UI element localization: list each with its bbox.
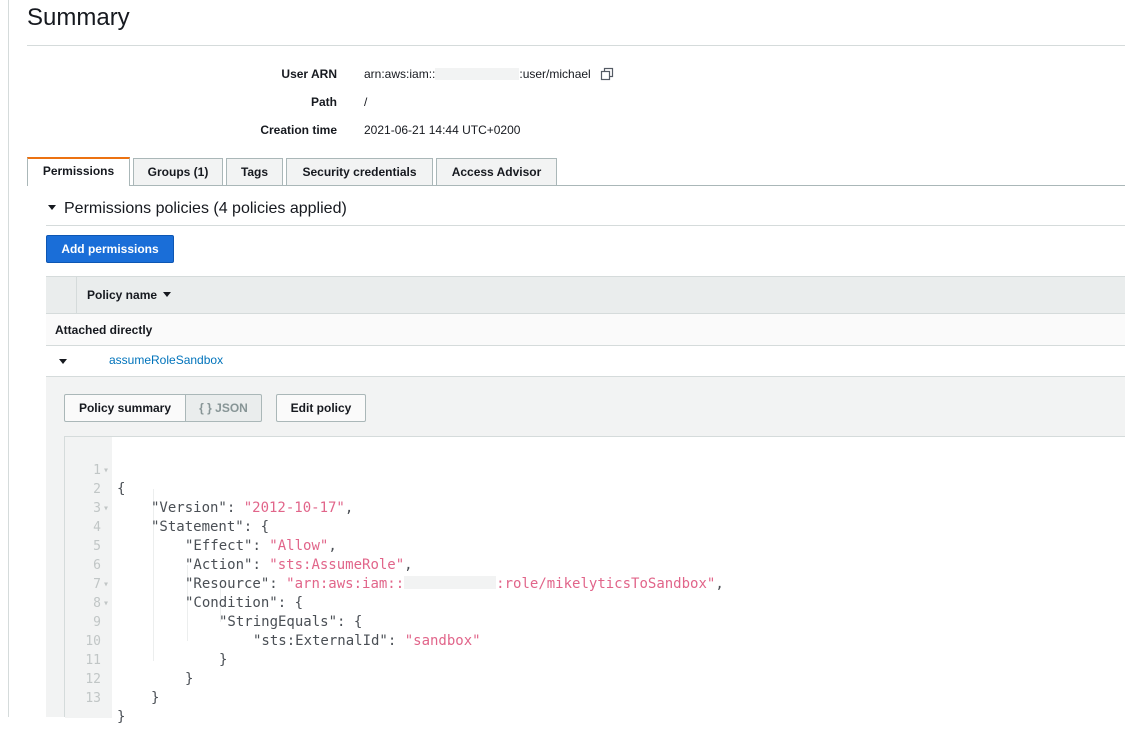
- code-line: 8 ▾ "StringEquals": {: [65, 575, 362, 630]
- policy-name-header-label: Policy name: [87, 288, 158, 302]
- code-line: 12 }: [65, 651, 159, 706]
- creation-time-row: Creation time 2021-06-21 14:44 UTC+0200: [0, 122, 1125, 138]
- tab-access-advisor[interactable]: Access Advisor: [436, 158, 557, 185]
- caret-down-icon: [48, 205, 56, 210]
- code-text: "Resource": "arn:aws:iam:::role/mikelyti…: [185, 576, 724, 592]
- header-gutter-divider: [76, 277, 77, 313]
- code-line: 9 "sts:ExternalId": "sandbox": [65, 594, 480, 649]
- path-label: Path: [310, 95, 337, 109]
- permissions-policies-toggle[interactable]: Permissions policies (4 policies applied…: [48, 200, 347, 218]
- fold-arrow-icon[interactable]: ▾: [103, 461, 109, 480]
- edit-policy-button[interactable]: Edit policy: [276, 394, 366, 422]
- user-arn-label: User ARN: [281, 67, 337, 81]
- code-line: 6 "Resource": "arn:aws:iam:::role/mikely…: [65, 537, 724, 592]
- permissions-policies-title: Permissions policies (4 policies applied…: [64, 200, 347, 217]
- path-value: /: [364, 95, 368, 109]
- attached-directly-label: Attached directly: [55, 323, 153, 337]
- policy-name-column-header[interactable]: Policy name: [87, 288, 172, 302]
- code-text: "Condition": {: [185, 595, 304, 611]
- fold-arrow-icon[interactable]: ▾: [103, 594, 109, 613]
- redacted-account-id: [435, 68, 520, 80]
- code-line: 3 ▾ "Statement": {: [65, 480, 269, 535]
- user-arn-prefix: arn:aws:iam::: [364, 67, 436, 81]
- sort-caret-icon: [163, 292, 172, 297]
- code-text: "Effect": "Allow",: [185, 538, 337, 554]
- section-divider: [46, 225, 1125, 226]
- user-arn-value[interactable]: arn:aws:iam:::user/michael: [364, 66, 614, 85]
- tab-tags[interactable]: Tags: [226, 158, 283, 185]
- tabs-divider: [130, 185, 1125, 186]
- code-text: }: [219, 652, 228, 668]
- code-text: }: [117, 709, 126, 725]
- code-text: }: [185, 671, 194, 687]
- policy-name-link[interactable]: assumeRoleSandbox: [109, 353, 223, 367]
- json-code-editor[interactable]: 1 ▾ { 2 "Version": "2012-10-17", 3 ▾ "Stat…: [64, 436, 1125, 725]
- creation-time-label: Creation time: [260, 123, 337, 137]
- code-line: 7 ▾ "Condition": {: [65, 556, 303, 611]
- code-text: "StringEquals": {: [219, 614, 363, 630]
- page-title: Summary: [27, 4, 130, 31]
- creation-time-value: 2021-06-21 14:44 UTC+0200: [364, 123, 521, 137]
- expand-caret-icon[interactable]: [59, 359, 67, 364]
- code-text: "sts:ExternalId": "sandbox": [253, 633, 481, 649]
- copy-icon[interactable]: [600, 67, 614, 85]
- code-line: 4 "Effect": "Allow",: [65, 499, 337, 554]
- policy-summary-button[interactable]: Policy summary: [64, 394, 186, 422]
- tab-security-credentials[interactable]: Security credentials: [286, 158, 433, 185]
- code-line: 2 "Version": "2012-10-17",: [65, 461, 353, 516]
- tab-permissions[interactable]: Permissions: [27, 157, 130, 186]
- policy-table-header: Policy name: [46, 276, 1125, 314]
- user-arn-suffix: :user/michael: [519, 67, 591, 81]
- path-row: Path /: [0, 94, 1125, 110]
- fold-arrow-icon[interactable]: ▾: [103, 575, 109, 594]
- code-text: "Action": "sts:AssumeRole",: [185, 557, 413, 573]
- code-text: }: [151, 690, 160, 706]
- code-text: {: [117, 481, 126, 497]
- json-view-button[interactable]: { } JSON: [186, 394, 262, 422]
- line-number: 13: [85, 691, 101, 706]
- code-line: 11 }: [65, 632, 193, 687]
- add-permissions-button[interactable]: Add permissions: [46, 235, 174, 263]
- user-arn-row: User ARN arn:aws:iam:::user/michael: [0, 66, 1125, 82]
- attached-directly-group: Attached directly: [46, 314, 1125, 346]
- code-line: 10 }: [65, 613, 227, 668]
- fold-arrow-icon[interactable]: ▾: [103, 499, 109, 518]
- code-line: 5 "Action": "sts:AssumeRole",: [65, 518, 412, 573]
- code-text: "Statement": {: [151, 519, 270, 535]
- title-divider: [27, 45, 1125, 46]
- code-line: 1 ▾ {: [65, 442, 125, 497]
- table-row: assumeRoleSandbox: [46, 346, 1125, 377]
- code-line: 13 }: [65, 670, 125, 725]
- redacted-account-id: [404, 576, 497, 589]
- tab-groups[interactable]: Groups (1): [133, 158, 223, 185]
- code-text: "Version": "2012-10-17",: [151, 500, 354, 516]
